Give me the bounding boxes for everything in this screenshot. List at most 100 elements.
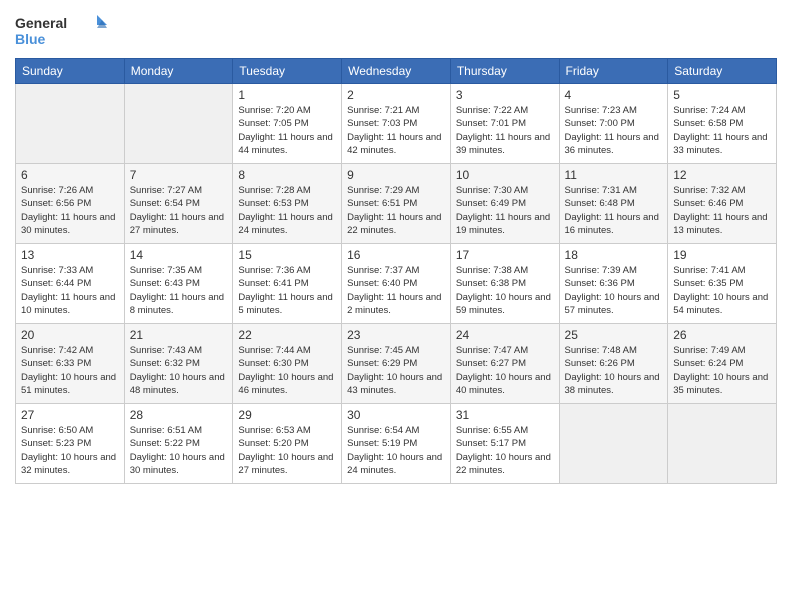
calendar-cell: 1 Sunrise: 7:20 AM Sunset: 7:05 PM Daylig… (233, 84, 342, 164)
day-number: 28 (130, 408, 228, 422)
calendar-cell: 4 Sunrise: 7:23 AM Sunset: 7:00 PM Daylig… (559, 84, 668, 164)
calendar-header-tuesday: Tuesday (233, 59, 342, 84)
calendar-week-2: 6 Sunrise: 7:26 AM Sunset: 6:56 PM Daylig… (16, 164, 777, 244)
calendar-cell: 23 Sunrise: 7:45 AM Sunset: 6:29 PM Dayli… (342, 324, 451, 404)
day-info: Sunrise: 7:41 AM Sunset: 6:35 PM Dayligh… (673, 264, 771, 317)
calendar-cell: 21Sunrise: 7:43 AM Sunset: 6:32 PM Dayli… (124, 324, 233, 404)
calendar-cell: 14 Sunrise: 7:35 AM Sunset: 6:43 PM Dayli… (124, 244, 233, 324)
logo: General Blue (15, 10, 115, 50)
calendar-week-5: 27Sunrise: 6:50 AM Sunset: 5:23 PM Dayli… (16, 404, 777, 484)
calendar-cell: 9Sunrise: 7:29 AM Sunset: 6:51 PM Daylig… (342, 164, 451, 244)
calendar-header-thursday: Thursday (450, 59, 559, 84)
logo-icon: General Blue (15, 10, 115, 50)
day-number: 26 (673, 328, 771, 342)
day-info: Sunrise: 7:38 AM Sunset: 6:38 PM Dayligh… (456, 264, 554, 317)
day-number: 14 (130, 248, 228, 262)
day-info: Sunrise: 7:22 AM Sunset: 7:01 PM Dayligh… (456, 104, 554, 157)
day-number: 20 (21, 328, 119, 342)
day-number: 7 (130, 168, 228, 182)
day-info: Sunrise: 7:32 AM Sunset: 6:46 PM Dayligh… (673, 184, 771, 237)
day-number: 21 (130, 328, 228, 342)
calendar-cell: 2 Sunrise: 7:21 AM Sunset: 7:03 PM Daylig… (342, 84, 451, 164)
calendar-header-sunday: Sunday (16, 59, 125, 84)
day-info: Sunrise: 7:42 AM Sunset: 6:33 PM Dayligh… (21, 344, 119, 397)
day-number: 12 (673, 168, 771, 182)
calendar-cell (668, 404, 777, 484)
day-number: 9 (347, 168, 445, 182)
day-info: Sunrise: 6:54 AM Sunset: 5:19 PM Dayligh… (347, 424, 445, 477)
day-number: 11 (565, 168, 663, 182)
calendar-cell (559, 404, 668, 484)
calendar-cell: 7 Sunrise: 7:27 AM Sunset: 6:54 PM Daylig… (124, 164, 233, 244)
calendar-cell: 15 Sunrise: 7:36 AM Sunset: 6:41 PM Dayli… (233, 244, 342, 324)
day-info: Sunrise: 7:27 AM Sunset: 6:54 PM Dayligh… (130, 184, 228, 237)
header: General Blue (15, 10, 777, 50)
calendar-cell: 31Sunrise: 6:55 AM Sunset: 5:17 PM Dayli… (450, 404, 559, 484)
calendar-cell: 30 Sunrise: 6:54 AM Sunset: 5:19 PM Dayli… (342, 404, 451, 484)
day-info: Sunrise: 7:47 AM Sunset: 6:27 PM Dayligh… (456, 344, 554, 397)
day-number: 18 (565, 248, 663, 262)
calendar-cell: 11 Sunrise: 7:31 AM Sunset: 6:48 PM Dayli… (559, 164, 668, 244)
calendar-week-3: 13 Sunrise: 7:33 AM Sunset: 6:44 PM Dayli… (16, 244, 777, 324)
day-info: Sunrise: 7:20 AM Sunset: 7:05 PM Dayligh… (238, 104, 336, 157)
day-number: 29 (238, 408, 336, 422)
day-info: Sunrise: 7:24 AM Sunset: 6:58 PM Dayligh… (673, 104, 771, 157)
day-number: 17 (456, 248, 554, 262)
day-info: Sunrise: 7:36 AM Sunset: 6:41 PM Dayligh… (238, 264, 336, 317)
calendar-cell: 3 Sunrise: 7:22 AM Sunset: 7:01 PM Daylig… (450, 84, 559, 164)
calendar-cell: 24 Sunrise: 7:47 AM Sunset: 6:27 PM Dayli… (450, 324, 559, 404)
calendar-cell: 6 Sunrise: 7:26 AM Sunset: 6:56 PM Daylig… (16, 164, 125, 244)
day-info: Sunrise: 7:44 AM Sunset: 6:30 PM Dayligh… (238, 344, 336, 397)
day-info: Sunrise: 7:30 AM Sunset: 6:49 PM Dayligh… (456, 184, 554, 237)
day-info: Sunrise: 7:37 AM Sunset: 6:40 PM Dayligh… (347, 264, 445, 317)
day-number: 19 (673, 248, 771, 262)
day-info: Sunrise: 6:55 AM Sunset: 5:17 PM Dayligh… (456, 424, 554, 477)
calendar-cell: 8 Sunrise: 7:28 AM Sunset: 6:53 PM Daylig… (233, 164, 342, 244)
day-info: Sunrise: 7:33 AM Sunset: 6:44 PM Dayligh… (21, 264, 119, 317)
day-number: 8 (238, 168, 336, 182)
calendar-week-1: 1 Sunrise: 7:20 AM Sunset: 7:05 PM Daylig… (16, 84, 777, 164)
day-info: Sunrise: 7:21 AM Sunset: 7:03 PM Dayligh… (347, 104, 445, 157)
day-number: 1 (238, 88, 336, 102)
svg-text:General: General (15, 15, 67, 31)
day-info: Sunrise: 7:31 AM Sunset: 6:48 PM Dayligh… (565, 184, 663, 237)
calendar-cell: 25Sunrise: 7:48 AM Sunset: 6:26 PM Dayli… (559, 324, 668, 404)
calendar-header-saturday: Saturday (668, 59, 777, 84)
calendar-cell: 10 Sunrise: 7:30 AM Sunset: 6:49 PM Dayli… (450, 164, 559, 244)
calendar-cell: 28Sunrise: 6:51 AM Sunset: 5:22 PM Dayli… (124, 404, 233, 484)
day-info: Sunrise: 7:35 AM Sunset: 6:43 PM Dayligh… (130, 264, 228, 317)
day-number: 15 (238, 248, 336, 262)
calendar-cell: 13 Sunrise: 7:33 AM Sunset: 6:44 PM Dayli… (16, 244, 125, 324)
day-info: Sunrise: 7:45 AM Sunset: 6:29 PM Dayligh… (347, 344, 445, 397)
day-number: 24 (456, 328, 554, 342)
calendar-header-wednesday: Wednesday (342, 59, 451, 84)
day-number: 6 (21, 168, 119, 182)
calendar-table: SundayMondayTuesdayWednesdayThursdayFrid… (15, 58, 777, 484)
day-info: Sunrise: 7:26 AM Sunset: 6:56 PM Dayligh… (21, 184, 119, 237)
calendar-week-4: 20 Sunrise: 7:42 AM Sunset: 6:33 PM Dayli… (16, 324, 777, 404)
day-number: 4 (565, 88, 663, 102)
calendar-header-row: SundayMondayTuesdayWednesdayThursdayFrid… (16, 59, 777, 84)
calendar-cell: 29 Sunrise: 6:53 AM Sunset: 5:20 PM Dayli… (233, 404, 342, 484)
calendar-cell: 20 Sunrise: 7:42 AM Sunset: 6:33 PM Dayli… (16, 324, 125, 404)
day-number: 23 (347, 328, 445, 342)
calendar-header-friday: Friday (559, 59, 668, 84)
day-number: 5 (673, 88, 771, 102)
day-info: Sunrise: 7:28 AM Sunset: 6:53 PM Dayligh… (238, 184, 336, 237)
day-info: Sunrise: 7:48 AM Sunset: 6:26 PM Dayligh… (565, 344, 663, 397)
calendar-cell: 19 Sunrise: 7:41 AM Sunset: 6:35 PM Dayli… (668, 244, 777, 324)
day-number: 10 (456, 168, 554, 182)
day-number: 16 (347, 248, 445, 262)
day-number: 2 (347, 88, 445, 102)
calendar-cell: 22Sunrise: 7:44 AM Sunset: 6:30 PM Dayli… (233, 324, 342, 404)
day-number: 30 (347, 408, 445, 422)
day-number: 3 (456, 88, 554, 102)
day-info: Sunrise: 7:23 AM Sunset: 7:00 PM Dayligh… (565, 104, 663, 157)
day-info: Sunrise: 7:49 AM Sunset: 6:24 PM Dayligh… (673, 344, 771, 397)
day-number: 13 (21, 248, 119, 262)
calendar-cell: 26 Sunrise: 7:49 AM Sunset: 6:24 PM Dayli… (668, 324, 777, 404)
calendar-cell: 5 Sunrise: 7:24 AM Sunset: 6:58 PM Daylig… (668, 84, 777, 164)
calendar-cell: 17 Sunrise: 7:38 AM Sunset: 6:38 PM Dayli… (450, 244, 559, 324)
calendar-cell: 12 Sunrise: 7:32 AM Sunset: 6:46 PM Dayli… (668, 164, 777, 244)
day-info: Sunrise: 6:53 AM Sunset: 5:20 PM Dayligh… (238, 424, 336, 477)
